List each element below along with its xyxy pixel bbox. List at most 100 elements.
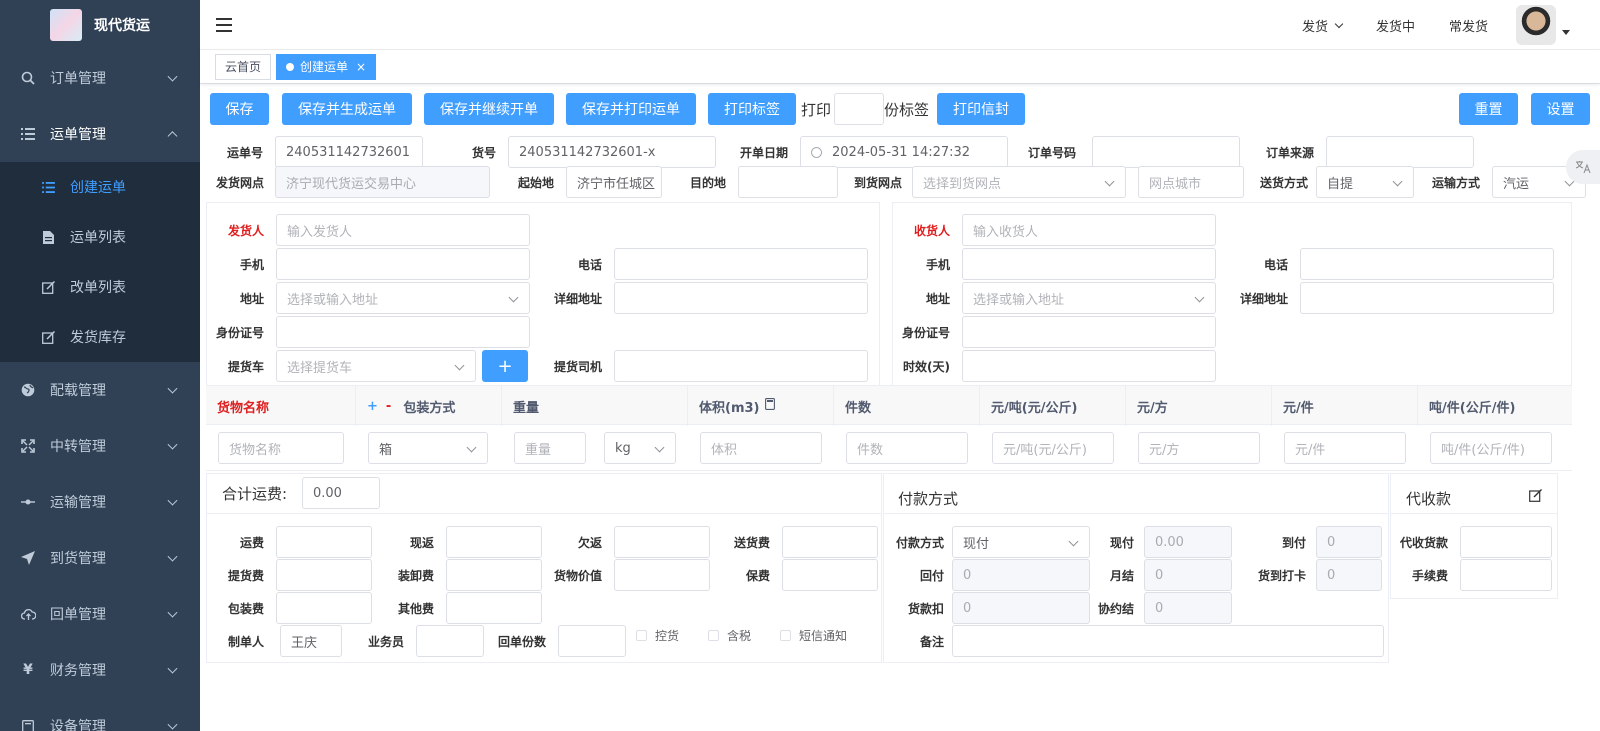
nav-shipping[interactable]: 发货中	[1376, 16, 1415, 35]
handling-fee-input[interactable]	[446, 559, 542, 591]
delivery-fee-label: 送货费	[733, 535, 770, 550]
delivery-mode-select[interactable]: 自提	[1316, 166, 1414, 198]
cod-fee-input[interactable]	[1460, 559, 1552, 591]
edit-icon[interactable]	[1529, 489, 1542, 506]
nav-frequent[interactable]: 常发货	[1449, 16, 1488, 35]
menu-orders[interactable]: 订单管理	[0, 50, 200, 106]
weight-input[interactable]: 重量	[514, 432, 586, 464]
menu-device[interactable]: 设备管理	[0, 698, 200, 731]
arrival-station-select[interactable]: 选择到货网点	[912, 166, 1126, 198]
cargo-value-input[interactable]	[614, 559, 710, 591]
label-count-input[interactable]	[834, 93, 884, 125]
save-generate-button[interactable]: 保存并生成运单	[282, 93, 412, 125]
pickup-driver-input[interactable]	[614, 350, 868, 382]
cargo-no-input[interactable]: 240531142732601-x	[508, 136, 716, 168]
sender-phone-input[interactable]	[614, 248, 868, 280]
chevron-down-icon	[466, 442, 477, 453]
destination-input[interactable]	[738, 166, 838, 198]
remove-goods-button[interactable]: -	[386, 399, 391, 414]
receiver-mobile-input[interactable]	[962, 248, 1216, 280]
save-button[interactable]: 保存	[210, 93, 269, 125]
print-label-button[interactable]: 打印标签	[708, 93, 796, 125]
calculator-icon[interactable]	[765, 398, 776, 414]
volume-input[interactable]: 体积	[700, 432, 822, 464]
ton-piece-input[interactable]: 吨/件(公斤/件)	[1430, 432, 1552, 464]
sender-name-input[interactable]: 输入发货人	[276, 214, 530, 246]
freight-label: 运费	[239, 535, 264, 550]
count-input[interactable]: 件数	[846, 432, 968, 464]
receipt-count-input[interactable]	[558, 625, 626, 657]
packing-fee-input[interactable]	[276, 592, 372, 624]
per-cube-input[interactable]: 元/方	[1138, 432, 1260, 464]
station-city-input[interactable]: 网点城市	[1138, 166, 1244, 198]
other-fee-input[interactable]	[446, 592, 542, 624]
owe-return-input[interactable]	[614, 526, 710, 558]
sub-waybill-list[interactable]: 运单列表	[0, 212, 200, 262]
aging-input[interactable]	[962, 350, 1216, 382]
reset-button[interactable]: 重置	[1459, 93, 1518, 125]
menu-finance[interactable]: ¥ 财务管理	[0, 642, 200, 698]
menu-receipt[interactable]: 回单管理	[0, 586, 200, 642]
tax-checkbox[interactable]: 含税	[708, 619, 751, 651]
order-no-label: 订单号码	[1027, 145, 1076, 160]
menu-waybill[interactable]: 运单管理	[0, 106, 200, 162]
waybill-no-input[interactable]: 240531142732601	[275, 136, 423, 168]
hold-checkbox[interactable]: 控货	[636, 619, 679, 651]
sub-create-waybill[interactable]: 创建运单	[0, 162, 200, 212]
receiver-phone-input[interactable]	[1300, 248, 1554, 280]
goods-name-input[interactable]: 货物名称	[218, 432, 344, 464]
menu-transport[interactable]: 运输管理	[0, 474, 200, 530]
origin-input[interactable]: 济宁市任城区	[566, 166, 662, 198]
tag-home[interactable]: 云首页	[215, 53, 272, 80]
sender-detail-address-input[interactable]	[614, 282, 868, 314]
user-menu[interactable]	[1516, 5, 1570, 45]
order-no-input[interactable]	[1092, 136, 1240, 168]
receiver-id-input[interactable]	[962, 316, 1216, 348]
per-ton-input[interactable]: 元/吨(元/公斤)	[992, 432, 1114, 464]
cod-amount-input[interactable]	[1460, 526, 1552, 558]
translate-float-button[interactable]	[1566, 150, 1600, 184]
receiver-detail-address-input[interactable]	[1300, 282, 1554, 314]
cash-return-input[interactable]	[446, 526, 542, 558]
nav-ship-dropdown[interactable]: 发货	[1302, 16, 1344, 35]
package-select[interactable]: 箱	[368, 432, 488, 464]
payment-method-select[interactable]: 现付	[952, 526, 1090, 558]
sender-mobile-input[interactable]	[276, 248, 530, 280]
sub-modify-list[interactable]: 改单列表	[0, 262, 200, 312]
pickup-fee-input[interactable]	[276, 559, 372, 591]
add-goods-button[interactable]: +	[367, 399, 378, 414]
sub-ship-stock[interactable]: 发货库存	[0, 312, 200, 362]
menu-loading[interactable]: 配载管理	[0, 362, 200, 418]
close-icon[interactable]: ×	[356, 60, 366, 74]
tag-create-waybill[interactable]: 创建运单 ×	[276, 53, 377, 80]
sender-address-select[interactable]: 选择或输入地址	[276, 282, 530, 314]
sender-id-input[interactable]	[276, 316, 530, 348]
settings-button[interactable]: 设置	[1531, 93, 1590, 125]
total-freight-input[interactable]: 0.00	[302, 477, 380, 509]
sms-checkbox[interactable]: 短信通知	[780, 619, 847, 651]
insurance-input[interactable]	[782, 559, 878, 591]
print-envelope-button[interactable]: 打印信封	[937, 93, 1025, 125]
yen-icon: ¥	[23, 662, 33, 678]
hamburger-icon[interactable]	[216, 17, 232, 32]
per-piece-input[interactable]: 元/件	[1284, 432, 1406, 464]
menu-transfer[interactable]: 中转管理	[0, 418, 200, 474]
add-pickup-car-button[interactable]: +	[482, 350, 528, 382]
avatar[interactable]	[1516, 5, 1556, 45]
receiver-address-select[interactable]: 选择或输入地址	[962, 282, 1216, 314]
freight-input[interactable]	[276, 526, 372, 558]
save-continue-button[interactable]: 保存并继续开单	[424, 93, 554, 125]
package-header: + - 包装方式	[356, 386, 502, 426]
open-date-picker[interactable]: 2024-05-31 14:27:32	[800, 136, 1008, 168]
salesman-input[interactable]	[416, 625, 484, 657]
pickup-car-select[interactable]: 选择提货车	[276, 350, 476, 382]
weight-unit-select[interactable]: kg	[604, 432, 676, 464]
order-source-input[interactable]	[1326, 136, 1474, 168]
menu-arrival[interactable]: 到货管理	[0, 530, 200, 586]
delivery-fee-input[interactable]	[782, 526, 878, 558]
sidebar: 现代货运 订单管理 运单管理 创建运单 运单列表 改单列表 发货库存 配载管理 …	[0, 0, 200, 731]
remark-input[interactable]	[952, 625, 1384, 657]
creator-input[interactable]: 王庆	[280, 625, 342, 657]
save-print-button[interactable]: 保存并打印运单	[566, 93, 696, 125]
receiver-name-input[interactable]: 输入收货人	[962, 214, 1216, 246]
